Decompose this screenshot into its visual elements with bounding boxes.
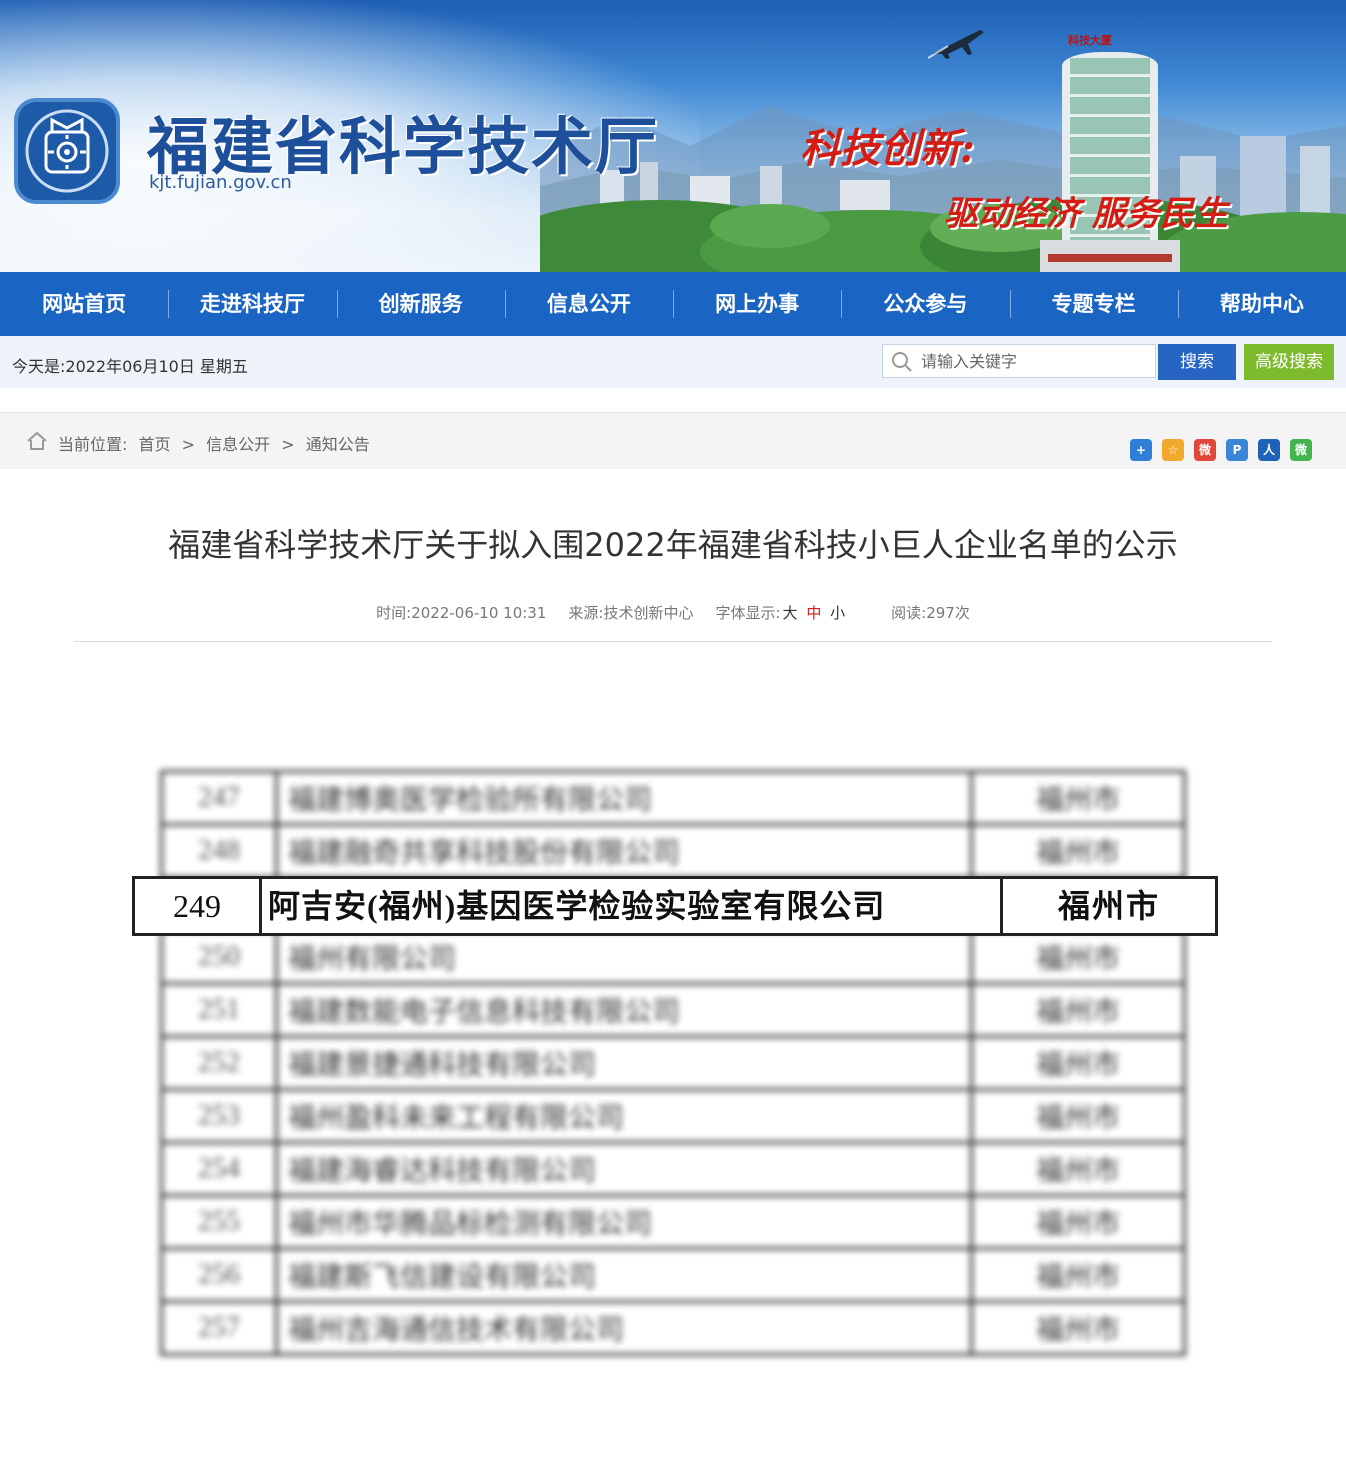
weibo-share-icon[interactable]: 微	[1194, 439, 1216, 461]
table-row: 255 福州市华腾品标检测有限公司 福州市	[160, 1194, 1186, 1250]
row-number: 251	[160, 982, 278, 1038]
row-number: 255	[160, 1194, 278, 1250]
time-label: 时间:	[376, 604, 412, 622]
company-name: 福建海睿达科技有限公司	[275, 1141, 973, 1197]
row-number: 250	[160, 929, 278, 985]
company-name: 福建博奥医学检验所有限公司	[275, 770, 973, 826]
breadcrumb: 当前位置: 首页 > 信息公开 > 通知公告	[58, 431, 376, 455]
search-input[interactable]	[921, 350, 1141, 372]
nav-item-help-center[interactable]: 帮助中心	[1177, 272, 1346, 336]
breadcrumb-separator: >	[181, 435, 196, 454]
slogan-line-1: 科技创新:	[800, 125, 975, 172]
search-icon	[892, 352, 912, 372]
breadcrumb-prefix: 当前位置:	[58, 435, 128, 454]
company-name: 福建斯飞信建设有限公司	[275, 1247, 973, 1303]
row-number: 253	[160, 1088, 278, 1144]
share-toolbar: + ☆ 微 P 人微	[1130, 439, 1312, 461]
company-name: 福建数能电子信息科技有限公司	[275, 982, 973, 1038]
blurred-company-table: 247 福建博奥医学检验所有限公司 福州市 248 福建融奇共享科技股份有限公司 福州市 2…	[160, 770, 1186, 1356]
company-city: 福州市	[970, 1088, 1186, 1144]
company-name: 阿吉安(福州)基因医学检验实验室有限公司	[262, 879, 1003, 933]
site-logo[interactable]	[14, 98, 120, 204]
company-city: 福州市	[970, 929, 1186, 985]
table-row: 252 福建景捷通科技有限公司 福州市	[160, 1035, 1186, 1091]
source-value: 技术创新中心	[603, 604, 694, 622]
qzone-share-icon[interactable]: ☆	[1162, 439, 1184, 461]
advanced-search-button[interactable]: 高级搜索	[1244, 344, 1334, 380]
font-size-small[interactable]: 小	[830, 604, 845, 622]
company-name: 福建景捷通科技有限公司	[275, 1035, 973, 1091]
nav-item-home[interactable]: 网站首页	[0, 272, 168, 336]
time-value: 2022-06-10 10:31	[411, 604, 547, 622]
row-number: 248	[160, 823, 278, 879]
breadcrumb-separator: >	[281, 435, 295, 454]
breadcrumb-notice-link[interactable]: 通知公告	[306, 435, 370, 454]
table-row: 248 福建融奇共享科技股份有限公司 福州市	[160, 823, 1186, 879]
reads-value: 297次	[926, 604, 970, 622]
row-number: 247	[160, 770, 278, 826]
renren-share-icon[interactable]: 人	[1258, 439, 1280, 461]
source-label: 来源:	[568, 604, 604, 622]
company-city: 福州市	[1057, 888, 1160, 924]
breadcrumb-home-link[interactable]: 首页	[139, 435, 171, 454]
breadcrumb-info-link[interactable]: 信息公开	[206, 435, 270, 454]
company-name: 福州吉海通信技术有限公司	[275, 1300, 973, 1356]
breadcrumb-bar: 当前位置: 首页 > 信息公开 > 通知公告 + ☆ 微 P 人微	[0, 412, 1346, 469]
row-number: 254	[160, 1141, 278, 1197]
row-number: 257	[160, 1300, 278, 1356]
site-url: kjt.fujian.gov.cn	[149, 172, 292, 193]
nav-item-about[interactable]: 走进科技厅	[168, 272, 336, 336]
tencent-share-icon[interactable]: P	[1226, 439, 1248, 461]
table-row: 254 福建海睿达科技有限公司 福州市	[160, 1141, 1186, 1197]
current-date: 今天是:2022年06月10日 星期五	[12, 357, 248, 376]
company-name: 福州盈科未来工程有限公司	[275, 1088, 973, 1144]
table-row: 250 福州有限公司 福州市	[160, 929, 1186, 985]
search-box[interactable]	[882, 344, 1156, 378]
company-list-image: 247 福建博奥医学检验所有限公司 福州市 248 福建融奇共享科技股份有限公司 福州市 2…	[160, 770, 1186, 1378]
tower-sign-text: 科技大厦	[1068, 34, 1112, 47]
company-name: 福州有限公司	[275, 929, 973, 985]
reads-label: 阅读:	[891, 604, 927, 622]
font-size-label: 字体显示:	[715, 604, 781, 622]
wechat-share-icon[interactable]: 微	[1290, 439, 1312, 461]
table-row: 247 福建博奥医学检验所有限公司 福州市	[160, 770, 1186, 826]
highlighted-table-row: 249 阿吉安(福州)基因医学检验实验室有限公司 福州市	[132, 876, 1218, 936]
nav-item-innovation-services[interactable]: 创新服务	[336, 272, 505, 336]
table-row: 251 福建数能电子信息科技有限公司 福州市	[160, 982, 1186, 1038]
nav-item-information-disclosure[interactable]: 信息公开	[504, 272, 673, 336]
row-number: 252	[160, 1035, 278, 1091]
company-name: 福建融奇共享科技股份有限公司	[275, 823, 973, 879]
article-meta: 时间:2022-06-10 10:31 来源:技术创新中心 字体显示: 大 中 小 阅读…	[0, 602, 1346, 623]
nav-item-special-topics[interactable]: 专题专栏	[1009, 272, 1178, 336]
airplane-graphic	[928, 30, 984, 59]
table-row: 256 福建斯飞信建设有限公司 福州市	[160, 1247, 1186, 1303]
company-city: 福州市	[970, 1194, 1186, 1250]
main-nav: 网站首页 走进科技厅 创新服务 信息公开 网上办事 公众参与 专题专栏 帮助中心	[0, 272, 1346, 336]
font-size-large[interactable]: 大	[783, 604, 798, 622]
company-city: 福州市	[970, 770, 1186, 826]
font-size-medium[interactable]: 中	[806, 604, 821, 622]
nav-item-online-services[interactable]: 网上办事	[673, 272, 841, 336]
company-city: 福州市	[970, 1035, 1186, 1091]
company-city: 福州市	[970, 1141, 1186, 1197]
article-title: 福建省科学技术厅关于拟入围2022年福建省科技小巨人企业名单的公示	[168, 526, 1178, 564]
article-divider	[74, 641, 1272, 642]
company-city: 福州市	[970, 1247, 1186, 1303]
slogan-line-2: 驱动经济 服务民生	[944, 194, 1228, 234]
row-number: 249	[135, 879, 262, 933]
search-button[interactable]: 搜索	[1158, 344, 1236, 380]
company-name: 福州市华腾品标检测有限公司	[275, 1194, 973, 1250]
add-share-icon[interactable]: +	[1130, 439, 1152, 461]
date-search-bar: 今天是:2022年06月10日 星期五 搜索 高级搜索	[0, 336, 1346, 388]
company-city: 福州市	[970, 1300, 1186, 1356]
tech-tower-graphic	[1040, 52, 1180, 272]
site-banner: 科技大厦 福建省科学技术厅 kjt.fujian.gov.cn 科技创新: 驱动…	[0, 0, 1346, 272]
nav-item-public-participation[interactable]: 公众参与	[841, 272, 1009, 336]
table-row: 253 福州盈科未来工程有限公司 福州市	[160, 1088, 1186, 1144]
table-row: 257 福州吉海通信技术有限公司 福州市	[160, 1300, 1186, 1356]
company-city: 福州市	[970, 823, 1186, 879]
company-city: 福州市	[970, 982, 1186, 1038]
home-icon	[27, 431, 47, 450]
row-number: 256	[160, 1247, 278, 1303]
